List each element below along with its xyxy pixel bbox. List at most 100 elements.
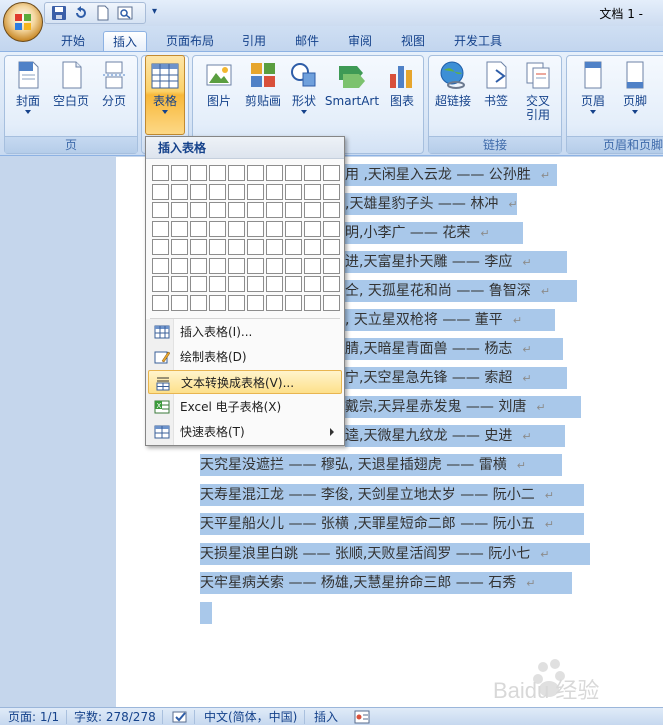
save-icon[interactable] (51, 5, 67, 21)
grid-cell[interactable] (209, 165, 226, 181)
grid-cell[interactable] (190, 239, 207, 255)
grid-cell[interactable] (247, 239, 264, 255)
grid-cell[interactable] (304, 276, 321, 292)
grid-cell[interactable] (323, 202, 340, 218)
grid-cell[interactable] (171, 165, 188, 181)
menu-item-excel-spreadsheet[interactable]: X Excel 电子表格(X) (148, 395, 342, 419)
grid-cell[interactable] (171, 239, 188, 255)
macro-record-icon[interactable] (354, 709, 370, 725)
grid-cell[interactable] (247, 165, 264, 181)
grid-cell[interactable] (323, 165, 340, 181)
grid-cell[interactable] (285, 276, 302, 292)
grid-cell[interactable] (190, 183, 207, 200)
header-button[interactable]: 页眉 (573, 60, 613, 114)
grid-cell[interactable] (304, 220, 321, 237)
tab-insert[interactable]: 插入 (103, 31, 147, 52)
grid-cell[interactable] (190, 202, 207, 218)
grid-cell[interactable] (228, 276, 245, 292)
status-insert-mode[interactable]: 插入 (314, 709, 338, 725)
grid-cell[interactable] (190, 257, 207, 274)
grid-cell[interactable] (228, 183, 245, 200)
grid-cell[interactable] (190, 165, 207, 181)
shapes-button[interactable]: 形状 (287, 60, 321, 114)
grid-cell[interactable] (209, 183, 226, 200)
grid-cell[interactable] (323, 294, 340, 311)
grid-cell[interactable] (171, 294, 188, 311)
tab-review[interactable]: 审阅 (338, 31, 382, 52)
grid-cell[interactable] (152, 202, 169, 218)
grid-cell[interactable] (171, 257, 188, 274)
clipart-button[interactable]: 剪贴画 (241, 60, 285, 108)
grid-cell[interactable] (323, 220, 340, 237)
grid-cell[interactable] (152, 276, 169, 292)
tab-view[interactable]: 视图 (391, 31, 435, 52)
cover-page-button[interactable]: 封面 (9, 60, 47, 114)
footer-button[interactable]: 页脚 (615, 60, 655, 114)
picture-button[interactable]: 图片 (199, 60, 239, 108)
grid-cell[interactable] (266, 220, 283, 237)
grid-cell[interactable] (304, 294, 321, 311)
grid-cell[interactable] (247, 257, 264, 274)
tab-page-layout[interactable]: 页面布局 (155, 31, 225, 52)
grid-cell[interactable] (266, 165, 283, 181)
hyperlink-button[interactable]: 超链接 (431, 60, 475, 108)
grid-cell[interactable] (266, 294, 283, 311)
cross-reference-button[interactable]: 交叉 引用 (517, 60, 559, 122)
grid-cell[interactable] (285, 202, 302, 218)
chart-button[interactable]: 图表 (383, 60, 421, 108)
grid-cell[interactable] (323, 183, 340, 200)
grid-cell[interactable] (152, 294, 169, 311)
grid-cell[interactable] (247, 202, 264, 218)
grid-cell[interactable] (190, 276, 207, 292)
qat-customize-arrow[interactable]: ▾ (152, 6, 157, 17)
grid-cell[interactable] (304, 257, 321, 274)
grid-cell[interactable] (209, 294, 226, 311)
grid-cell[interactable] (228, 239, 245, 255)
tab-home[interactable]: 开始 (50, 31, 96, 52)
tab-developer[interactable]: 开发工具 (443, 31, 513, 52)
grid-cell[interactable] (304, 165, 321, 181)
grid-cell[interactable] (152, 239, 169, 255)
grid-cell[interactable] (247, 220, 264, 237)
grid-cell[interactable] (190, 294, 207, 311)
tab-mailings[interactable]: 邮件 (285, 31, 329, 52)
grid-cell[interactable] (228, 294, 245, 311)
grid-cell[interactable] (228, 220, 245, 237)
tab-references[interactable]: 引用 (232, 31, 276, 52)
grid-cell[interactable] (323, 239, 340, 255)
grid-cell[interactable] (247, 294, 264, 311)
grid-cell[interactable] (152, 220, 169, 237)
menu-item-quick-tables[interactable]: 快速表格(T) (148, 420, 342, 444)
page-break-button[interactable]: 分页 (95, 60, 133, 108)
status-language[interactable]: 中文(简体，中国) (204, 709, 297, 725)
grid-cell[interactable] (228, 165, 245, 181)
grid-cell[interactable] (152, 257, 169, 274)
grid-cell[interactable] (285, 239, 302, 255)
status-word-count[interactable]: 字数: 278/278 (74, 709, 156, 725)
grid-cell[interactable] (285, 183, 302, 200)
grid-cell[interactable] (266, 257, 283, 274)
grid-cell[interactable] (266, 276, 283, 292)
grid-cell[interactable] (304, 202, 321, 218)
grid-cell[interactable] (209, 257, 226, 274)
undo-icon[interactable] (73, 5, 89, 21)
grid-cell[interactable] (285, 220, 302, 237)
grid-cell[interactable] (285, 294, 302, 311)
grid-cell[interactable] (209, 202, 226, 218)
menu-item-convert-text-to-table[interactable]: 文本转换成表格(V)... (148, 370, 342, 394)
bookmark-button[interactable]: 书签 (477, 60, 515, 108)
grid-cell[interactable] (304, 183, 321, 200)
table-button[interactable]: 表格 (145, 55, 185, 135)
grid-cell[interactable] (209, 220, 226, 237)
grid-cell[interactable] (304, 239, 321, 255)
new-doc-icon[interactable] (95, 5, 111, 21)
grid-cell[interactable] (190, 220, 207, 237)
grid-cell[interactable] (247, 276, 264, 292)
grid-cell[interactable] (266, 202, 283, 218)
grid-cell[interactable] (285, 165, 302, 181)
grid-cell[interactable] (228, 202, 245, 218)
grid-cell[interactable] (171, 276, 188, 292)
blank-page-button[interactable]: 空白页 (51, 60, 91, 108)
grid-cell[interactable] (323, 276, 340, 292)
grid-cell[interactable] (171, 220, 188, 237)
